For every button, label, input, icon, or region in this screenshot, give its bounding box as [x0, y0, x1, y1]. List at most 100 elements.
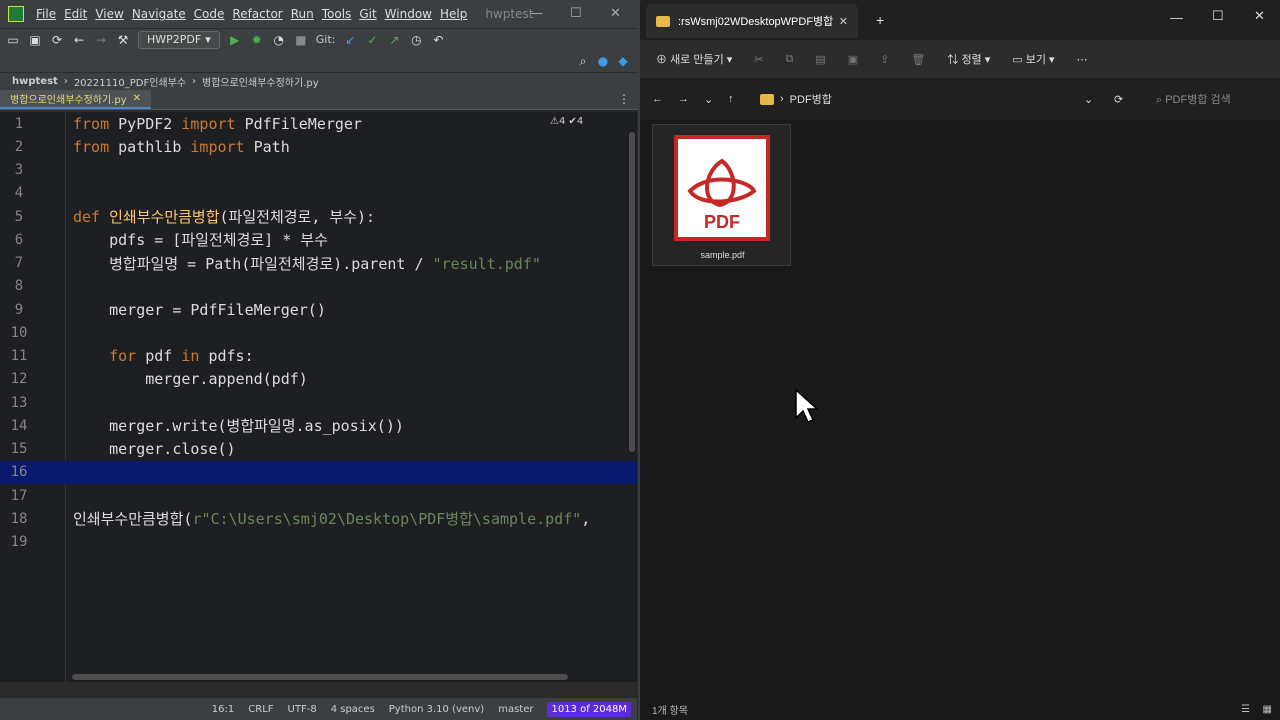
code-line[interactable]: 17 [0, 484, 637, 507]
menu-file[interactable]: File [36, 7, 56, 21]
up-icon[interactable]: ↑ [728, 93, 734, 105]
run-icon[interactable]: ▶ [228, 33, 242, 47]
code-line[interactable]: 6 pdfs = [파일전체경로] * 부수 [0, 228, 637, 251]
back-icon[interactable]: ← [652, 93, 663, 105]
encoding[interactable]: UTF-8 [288, 704, 317, 715]
sort-button[interactable]: ⇅ 정렬 ▾ [947, 51, 990, 67]
code-line[interactable]: 16 [0, 460, 637, 484]
details-view-icon[interactable]: ☰ [1241, 704, 1250, 715]
forward-icon[interactable]: → [678, 93, 689, 105]
close-icon[interactable]: ✕ [839, 15, 848, 28]
menu-git[interactable]: Git [359, 7, 376, 21]
share-icon[interactable]: ⇪ [880, 53, 889, 66]
refresh-icon[interactable]: ⟳ [1114, 93, 1123, 106]
stop-icon[interactable]: ■ [294, 33, 308, 47]
code-line[interactable]: 11 for pdf in pdfs: [0, 345, 637, 368]
plugin-icon[interactable]: ◆ [616, 54, 630, 68]
code-line[interactable]: 4 [0, 182, 637, 205]
menu-edit[interactable]: Edit [64, 7, 87, 21]
code-line[interactable]: 13 [0, 391, 637, 414]
vertical-scrollbar[interactable] [629, 132, 635, 452]
debug-icon[interactable]: ✹ [250, 33, 264, 47]
git-update-icon[interactable]: ↙ [343, 33, 357, 47]
git-commit-icon[interactable]: ✓ [365, 33, 379, 47]
more-icon[interactable]: ⋮ [618, 92, 630, 106]
coverage-icon[interactable]: ◔ [272, 33, 286, 47]
rename-icon[interactable]: ▣ [848, 53, 858, 66]
view-label: 보기 [1025, 54, 1046, 66]
code-line[interactable]: 1 from PyPDF2 import PdfFileMerger [0, 112, 637, 135]
code-editor[interactable]: 1 from PyPDF2 import PdfFileMerger 2 from p… [0, 112, 637, 682]
chevron-down-icon[interactable]: ⌄ [704, 93, 713, 106]
indent[interactable]: 4 spaces [331, 704, 375, 715]
minimize-icon[interactable]: — [530, 6, 543, 21]
chevron-down-icon[interactable]: ⌄ [1084, 93, 1093, 106]
breadcrumb: hwptest › 20221110_PDF인쇄부수 › 병합으로인쇄부수정하기… [0, 72, 638, 90]
tab-file[interactable]: 병합으로인쇄부수정하기.py ✕ [0, 90, 152, 109]
copy-icon[interactable]: ⧉ [786, 53, 794, 66]
breadcrumb-file[interactable]: 병합으로인쇄부수정하기.py [202, 74, 319, 89]
save-icon[interactable]: ▣ [28, 33, 42, 47]
update-icon[interactable]: ● [596, 54, 610, 68]
code-line[interactable]: 14 merger.write(병합파일명.as_posix()) [0, 414, 637, 437]
menu-window[interactable]: Window [385, 7, 432, 21]
close-icon[interactable]: ✕ [1254, 8, 1265, 24]
menu-help[interactable]: Help [440, 7, 467, 21]
code-line[interactable]: 19 [0, 531, 637, 554]
git-history-icon[interactable]: ◷ [409, 33, 423, 47]
search-icon[interactable]: ⌕ [576, 54, 590, 68]
path-box[interactable]: › PDF병합 [760, 91, 832, 107]
code-line[interactable]: 7 병합파일명 = Path(파일전체경로).parent / "result.… [0, 252, 637, 275]
open-folder-icon[interactable]: ▭ [6, 33, 20, 47]
rollback-icon[interactable]: ↶ [431, 33, 445, 47]
code-line[interactable]: 8 [0, 275, 637, 298]
maximize-icon[interactable]: ☐ [1212, 8, 1224, 24]
sync-icon[interactable]: ⟳ [50, 33, 64, 47]
file-pane[interactable]: PDF sample.pdf [640, 120, 1280, 698]
menu-code[interactable]: Code [194, 7, 225, 21]
new-button[interactable]: ⊕ 새로 만들기 ▾ [656, 51, 732, 67]
cut-icon[interactable]: ✂ [754, 53, 763, 66]
new-tab-icon[interactable]: + [876, 12, 884, 28]
back-icon[interactable]: ← [72, 33, 86, 47]
build-icon[interactable]: ⚒ [116, 33, 130, 47]
breadcrumb-project[interactable]: hwptest [12, 76, 58, 87]
breadcrumb-folder[interactable]: 20221110_PDF인쇄부수 [74, 74, 186, 89]
inspection-widget[interactable]: ⚠4 ✔4 [550, 116, 583, 127]
horizontal-scrollbar[interactable] [72, 674, 568, 680]
menu-refactor[interactable]: Refactor [232, 7, 282, 21]
code-line[interactable]: 12 merger.append(pdf) [0, 368, 637, 391]
git-push-icon[interactable]: ↗ [387, 33, 401, 47]
interpreter[interactable]: Python 3.10 (venv) [389, 704, 484, 715]
minimize-icon[interactable]: — [1170, 10, 1183, 25]
code-line[interactable]: 5 def 인쇄부수만큼병합(파일전체경로, 부수): [0, 205, 637, 228]
paste-icon[interactable]: ▤ [815, 53, 825, 66]
forward-icon[interactable]: → [94, 33, 108, 47]
maximize-icon[interactable]: ☐ [570, 6, 582, 21]
memory-indicator[interactable]: 1013 of 2048M [547, 701, 631, 717]
code-line[interactable]: 15 merger.close() [0, 438, 637, 461]
code-line[interactable]: 10 [0, 321, 637, 344]
delete-icon[interactable]: 🗑 [911, 53, 925, 66]
code-line[interactable]: 18 인쇄부수만큼병합(r"C:\Users\smj02\Desktop\PDF병… [0, 507, 637, 530]
cursor-position[interactable]: 16:1 [212, 704, 234, 715]
run-config-select[interactable]: HWP2PDF ▾ [138, 30, 220, 49]
more-icon[interactable]: ⋯ [1077, 53, 1088, 66]
search-box[interactable]: ⌕ PDF병합 검색 [1156, 91, 1231, 107]
code-line[interactable]: 2 from pathlib import Path [0, 135, 637, 158]
explorer-tab[interactable]: :rsWsmj02WDesktopWPDF병합 ✕ [646, 4, 858, 38]
close-icon[interactable]: ✕ [133, 93, 141, 104]
path-segment[interactable]: PDF병합 [790, 91, 832, 107]
menu-tools[interactable]: Tools [322, 7, 352, 21]
tiles-view-icon[interactable]: ▦ [1263, 704, 1272, 715]
menu-run[interactable]: Run [291, 7, 314, 21]
line-ending[interactable]: CRLF [248, 704, 273, 715]
menu-navigate[interactable]: Navigate [132, 7, 186, 21]
file-item[interactable]: PDF sample.pdf [652, 124, 791, 266]
code-line[interactable]: 9 merger = PdfFileMerger() [0, 298, 637, 321]
code-line[interactable]: 3 [0, 159, 637, 182]
view-button[interactable]: ▭ 보기 ▾ [1012, 51, 1054, 67]
menu-view[interactable]: View [95, 7, 123, 21]
close-icon[interactable]: ✕ [610, 6, 621, 21]
git-branch[interactable]: master [498, 704, 533, 715]
